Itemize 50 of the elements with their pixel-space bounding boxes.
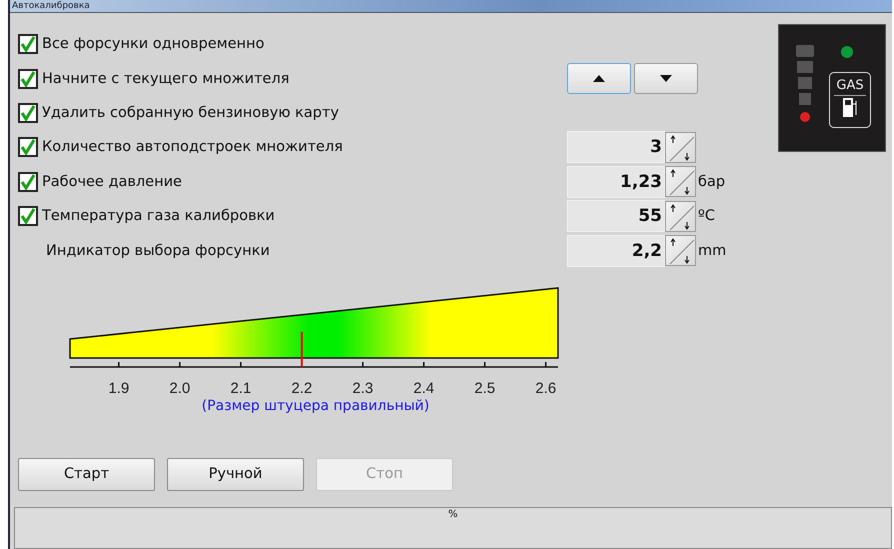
tick-label: 1.9 [108, 380, 130, 397]
checkbox[interactable] [18, 68, 38, 89]
tick-label: 2.6 [535, 380, 556, 397]
progress-text: % [448, 508, 458, 522]
option-label: Рабочее давление [42, 174, 182, 190]
option-label: Удалить собранную бензиновую карту [42, 104, 339, 121]
value-field[interactable]: 55 [567, 200, 665, 232]
action-button[interactable]: Старт [18, 458, 155, 491]
option-label: Температура газа калибровки [42, 208, 275, 224]
down-arrow-icon [660, 75, 672, 82]
value-field[interactable]: 3 [567, 131, 665, 164]
checkbox[interactable] [18, 172, 38, 192]
up-button[interactable] [567, 63, 631, 94]
unit-label: ºC [698, 208, 715, 224]
check-icon [20, 139, 36, 156]
value-field[interactable]: 1,23 [567, 166, 665, 198]
tick-label: 2.3 [352, 380, 374, 397]
option-label: Все форсунки одновременно [42, 36, 264, 52]
checkbox[interactable] [18, 206, 38, 226]
option-label: Начните с текущего множителя [42, 70, 290, 87]
window-title: Автокалибровка [11, 1, 90, 11]
spin-button[interactable] [665, 235, 696, 266]
checkbox[interactable] [18, 34, 38, 54]
up-arrow-icon [593, 75, 605, 82]
option-label: Индикатор выбора форсунки [46, 242, 270, 259]
tick-label: 2.5 [474, 380, 496, 397]
tick-label: 2.0 [169, 380, 190, 397]
check-icon [20, 36, 36, 52]
unit-label: mm [698, 242, 726, 259]
status-caption: (Размер штуцера правильный) [202, 398, 430, 414]
unit-label: бар [698, 174, 726, 190]
check-icon [20, 104, 36, 121]
spin-button[interactable] [665, 166, 696, 198]
tick-label: 2.2 [291, 380, 312, 397]
action-button[interactable]: Ручной [167, 458, 304, 491]
tick-label: 2.4 [413, 380, 434, 397]
check-icon [20, 174, 36, 190]
tick-label: 2.1 [230, 380, 252, 397]
spin-button[interactable] [665, 200, 696, 232]
check-icon [20, 208, 36, 224]
checkbox[interactable] [18, 137, 38, 158]
value-field[interactable]: 2,2 [567, 234, 665, 267]
option-label: Количество автоподстроек множителя [42, 139, 343, 156]
down-button[interactable] [634, 63, 698, 94]
spin-button[interactable] [665, 132, 696, 163]
level-bars-icon [795, 45, 815, 125]
gas-badge: GAS [829, 72, 871, 128]
status-dot-icon [841, 46, 853, 58]
checkbox[interactable] [18, 102, 38, 123]
check-icon [20, 70, 36, 87]
